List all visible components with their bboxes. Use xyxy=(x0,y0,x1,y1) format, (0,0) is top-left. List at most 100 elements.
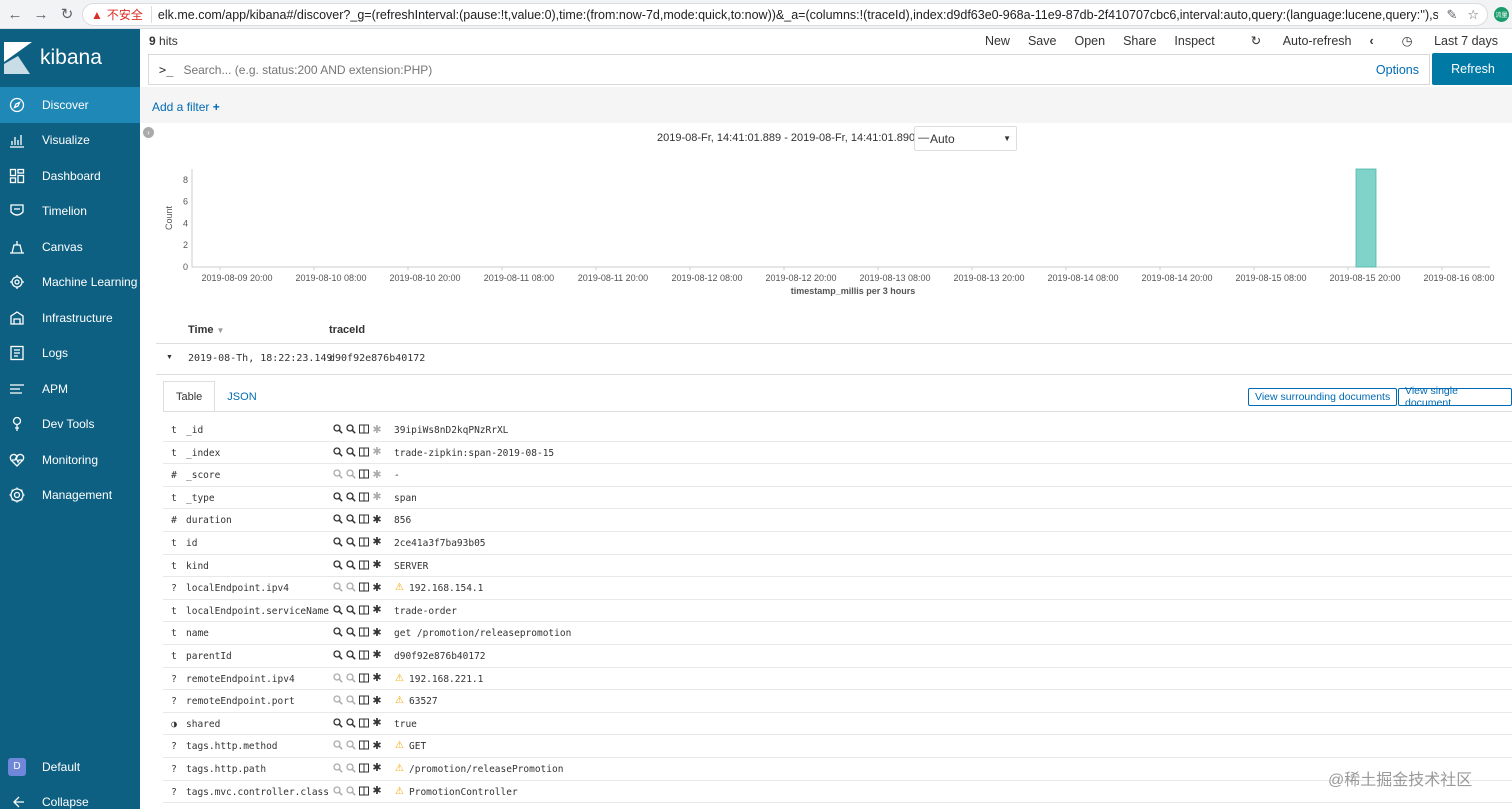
filter-out-icon[interactable] xyxy=(346,717,356,729)
translate-icon[interactable]: ✎ xyxy=(1446,7,1457,23)
tab-table[interactable]: Table xyxy=(163,381,216,412)
sidebar-item-monitoring[interactable]: Monitoring xyxy=(0,442,140,478)
toggle-column-icon[interactable] xyxy=(359,423,369,435)
browser-avatar[interactable]: 流量 xyxy=(1494,7,1509,22)
filter-exists-icon[interactable]: ✱ xyxy=(372,491,382,503)
toggle-column-icon[interactable] xyxy=(359,672,369,684)
toggle-column-icon[interactable] xyxy=(359,446,369,458)
back-arrow-icon[interactable]: ← xyxy=(4,3,26,25)
toggle-column-icon[interactable] xyxy=(359,694,369,706)
sidebar-item-infrastructure[interactable]: Infrastructure xyxy=(0,300,140,336)
filter-in-icon[interactable] xyxy=(333,762,343,774)
filter-exists-icon[interactable]: ✱ xyxy=(372,762,382,774)
filter-out-icon[interactable] xyxy=(346,626,356,638)
forward-arrow-icon[interactable]: → xyxy=(30,3,52,25)
view-surrounding-button[interactable]: View surrounding documents xyxy=(1248,388,1398,406)
time-prev-button[interactable]: ‹ xyxy=(1369,34,1373,48)
sidebar-item-logs[interactable]: Logs xyxy=(0,336,140,372)
filter-out-icon[interactable] xyxy=(346,649,356,661)
filter-exists-icon[interactable]: ✱ xyxy=(372,649,382,661)
filter-in-icon[interactable] xyxy=(333,581,343,593)
refresh-button[interactable]: Refresh xyxy=(1432,53,1512,85)
filter-out-icon[interactable] xyxy=(346,581,356,593)
sidebar-item-machine-learning[interactable]: Machine Learning xyxy=(0,265,140,301)
filter-out-icon[interactable] xyxy=(346,559,356,571)
toggle-column-icon[interactable] xyxy=(359,468,369,480)
filter-in-icon[interactable] xyxy=(333,513,343,525)
sidebar-item-timelion[interactable]: Timelion xyxy=(0,194,140,230)
filter-out-icon[interactable] xyxy=(346,468,356,480)
toggle-column-icon[interactable] xyxy=(359,762,369,774)
filter-in-icon[interactable] xyxy=(333,423,343,435)
filter-exists-icon[interactable]: ✱ xyxy=(372,446,382,458)
sidebar-toggle-icon[interactable]: › xyxy=(143,127,154,138)
reload-icon[interactable]: ↻ xyxy=(56,3,78,25)
filter-out-icon[interactable] xyxy=(346,604,356,616)
filter-in-icon[interactable] xyxy=(333,604,343,616)
filter-in-icon[interactable] xyxy=(333,491,343,503)
time-picker-button[interactable]: ◷ Last 7 days xyxy=(1384,33,1498,48)
search-input[interactable] xyxy=(183,62,1376,77)
add-filter-link[interactable]: Add a filter + xyxy=(152,100,220,114)
address-bar[interactable]: ▲ 不安全 elk.me.com/app/kibana#/discover?_g… xyxy=(82,3,1488,26)
filter-out-icon[interactable] xyxy=(346,762,356,774)
sidebar-item-dev-tools[interactable]: Dev Tools xyxy=(0,407,140,443)
toggle-column-icon[interactable] xyxy=(359,491,369,503)
expand-caret-icon[interactable]: ▼ xyxy=(166,354,173,361)
filter-out-icon[interactable] xyxy=(346,739,356,751)
toggle-column-icon[interactable] xyxy=(359,626,369,638)
filter-exists-icon[interactable]: ✱ xyxy=(372,536,382,548)
filter-exists-icon[interactable]: ✱ xyxy=(372,581,382,594)
space-selector[interactable]: D Default xyxy=(0,749,140,785)
filter-out-icon[interactable] xyxy=(346,423,356,435)
toggle-column-icon[interactable] xyxy=(359,785,369,797)
sidebar-item-canvas[interactable]: Canvas xyxy=(0,229,140,265)
filter-exists-icon[interactable]: ✱ xyxy=(372,717,382,729)
filter-exists-icon[interactable]: ✱ xyxy=(372,739,382,752)
filter-out-icon[interactable] xyxy=(346,694,356,706)
filter-exists-icon[interactable]: ✱ xyxy=(372,785,382,797)
filter-in-icon[interactable] xyxy=(333,739,343,751)
share-button[interactable]: Share xyxy=(1123,34,1156,48)
column-header-traceid[interactable]: traceId xyxy=(329,324,365,336)
filter-in-icon[interactable] xyxy=(333,694,343,706)
filter-exists-icon[interactable]: ✱ xyxy=(372,468,382,481)
filter-in-icon[interactable] xyxy=(333,559,343,571)
star-icon[interactable]: ☆ xyxy=(1467,7,1479,23)
filter-in-icon[interactable] xyxy=(333,446,343,458)
interval-select[interactable]: Auto ▼ xyxy=(914,126,1017,151)
filter-out-icon[interactable] xyxy=(346,491,356,503)
filter-out-icon[interactable] xyxy=(346,536,356,548)
kibana-logo[interactable]: kibana xyxy=(0,29,140,87)
filter-in-icon[interactable] xyxy=(333,536,343,548)
toggle-column-icon[interactable] xyxy=(359,536,369,548)
filter-exists-icon[interactable]: ✱ xyxy=(372,559,382,571)
filter-exists-icon[interactable]: ✱ xyxy=(372,604,382,616)
filter-out-icon[interactable] xyxy=(346,672,356,684)
view-single-button[interactable]: View single document xyxy=(1398,385,1512,409)
filter-in-icon[interactable] xyxy=(333,468,343,480)
open-button[interactable]: Open xyxy=(1074,34,1105,48)
sidebar-item-discover[interactable]: Discover xyxy=(0,87,140,123)
sidebar-item-management[interactable]: Management xyxy=(0,478,140,514)
save-button[interactable]: Save xyxy=(1028,34,1057,48)
toggle-column-icon[interactable] xyxy=(359,581,369,593)
table-row[interactable]: ▼ 2019-08-Th, 18:22:23.149 d90f92e876b40… xyxy=(156,344,1512,375)
filter-exists-icon[interactable]: ✱ xyxy=(372,672,382,684)
filter-exists-icon[interactable]: ✱ xyxy=(372,513,382,526)
filter-in-icon[interactable] xyxy=(333,785,343,797)
toggle-column-icon[interactable] xyxy=(359,649,369,661)
toggle-column-icon[interactable] xyxy=(359,604,369,616)
toggle-column-icon[interactable] xyxy=(359,739,369,751)
inspect-button[interactable]: Inspect xyxy=(1174,34,1214,48)
filter-in-icon[interactable] xyxy=(333,649,343,661)
toggle-column-icon[interactable] xyxy=(359,717,369,729)
filter-in-icon[interactable] xyxy=(333,672,343,684)
sidebar-item-visualize[interactable]: Visualize xyxy=(0,123,140,159)
filter-out-icon[interactable] xyxy=(346,785,356,797)
filter-in-icon[interactable] xyxy=(333,717,343,729)
filter-out-icon[interactable] xyxy=(346,513,356,525)
new-button[interactable]: New xyxy=(985,34,1010,48)
sidebar-item-dashboard[interactable]: Dashboard xyxy=(0,158,140,194)
filter-exists-icon[interactable]: ✱ xyxy=(372,694,382,707)
